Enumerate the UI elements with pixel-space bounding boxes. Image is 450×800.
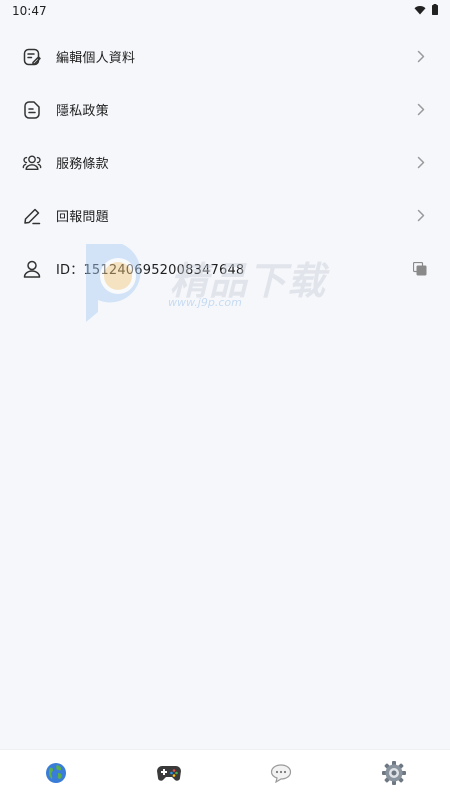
menu-item-edit-profile[interactable]: 編輯個人資料 (0, 30, 450, 83)
battery-icon (432, 4, 438, 18)
status-bar: 10:47 (0, 0, 450, 22)
copy-icon[interactable] (412, 261, 428, 277)
wifi-icon (414, 4, 426, 18)
globe-icon (45, 762, 67, 788)
chevron-right-icon (414, 103, 428, 117)
menu-item-label: 回報問題 (56, 210, 109, 225)
menu-item-report-issue[interactable]: 回報問題 (0, 189, 450, 242)
status-icons (414, 4, 438, 18)
menu-item-privacy-policy[interactable]: 隱私政策 (0, 83, 450, 136)
chevron-right-icon (414, 50, 428, 64)
nav-item-globe[interactable] (36, 755, 76, 795)
watermark-url: www.j9p.com (168, 296, 242, 309)
menu-item-terms-of-service[interactable]: 服務條款 (0, 136, 450, 189)
person-icon (22, 259, 42, 279)
settings-menu: 編輯個人資料 隱私政策 服務條款 回報問題 ID：151240695200834… (0, 30, 450, 295)
pencil-icon (22, 206, 42, 226)
menu-item-label: 編輯個人資料 (56, 51, 136, 66)
users-icon (22, 153, 42, 173)
status-time: 10:47 (12, 4, 47, 18)
nav-item-settings[interactable] (374, 755, 414, 795)
gear-icon (381, 760, 407, 790)
chevron-right-icon (414, 209, 428, 223)
menu-item-label: 服務條款 (56, 157, 109, 172)
gamepad-icon (156, 763, 182, 787)
chevron-right-icon (414, 156, 428, 170)
privacy-document-icon (22, 100, 42, 120)
chat-bubble-icon (270, 763, 292, 787)
user-id-row: ID：1512406952008347648 (0, 242, 450, 295)
nav-item-messages[interactable] (261, 755, 301, 795)
edit-profile-icon (22, 47, 42, 67)
menu-item-label: 隱私政策 (56, 104, 109, 119)
user-id-text: ID：1512406952008347648 (56, 263, 245, 278)
bottom-navigation (0, 749, 450, 800)
nav-item-games[interactable] (149, 755, 189, 795)
